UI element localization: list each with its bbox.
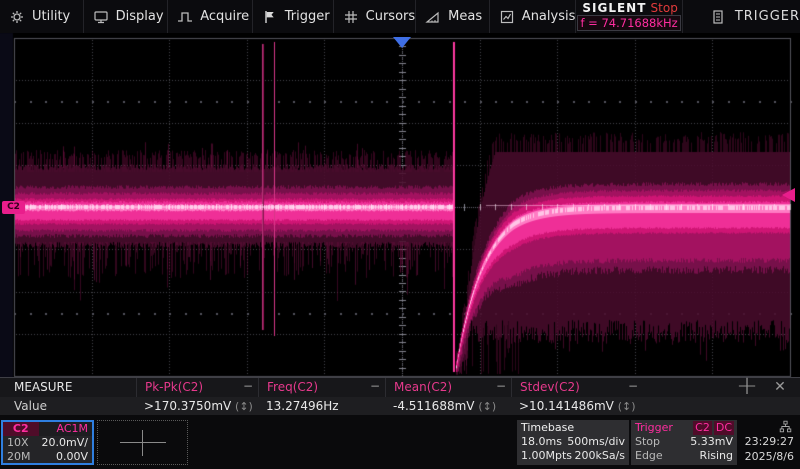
trigger-level-marker[interactable] <box>782 188 795 202</box>
timebase-points: 1.00Mpts <box>521 449 572 463</box>
menu-trigger-label: Trigger <box>285 9 330 24</box>
menu-analysis[interactable]: Analysis <box>490 0 577 33</box>
add-measure-button[interactable]: + <box>733 372 761 400</box>
trigger-slope: Rising <box>700 449 733 463</box>
menu-meas[interactable]: Meas <box>416 0 490 33</box>
trigger-type: Edge <box>635 449 663 463</box>
channel-name: C2 <box>3 422 39 436</box>
menu-trigger[interactable]: Trigger <box>253 0 334 33</box>
trigger-position-marker[interactable] <box>393 37 411 48</box>
timebase-delay: 18.0ms <box>521 435 562 449</box>
trigger-level: 5.33mV <box>690 435 733 449</box>
trigger-descriptor[interactable]: Trigger C2 DC Stop 5.33mV Edge Rising <box>631 420 737 465</box>
measure-value-row: Value >170.3750mV (↕) 13.27496Hz -4.5116… <box>0 397 800 416</box>
channel-probe: 10X <box>7 436 29 450</box>
active-panel-label: TRIGGER <box>735 9 800 24</box>
timebase-descriptor[interactable]: Timebase 18.0ms 500ms/div 1.00Mpts200kSa/… <box>517 420 629 465</box>
menu-acquire[interactable]: Acquire <box>168 0 253 33</box>
measure-name-mean: Mean(C2) <box>394 380 452 394</box>
channel-zero-marker[interactable]: C2 <box>2 201 25 214</box>
oscilloscope-screen: Utility Display Acquire Trigger Cursors … <box>0 0 800 469</box>
menu-meas-label: Meas <box>448 9 482 24</box>
measure-col-stdev: Stdev(C2) − <box>511 378 644 397</box>
siglent-logo: SIGLENT <box>582 1 646 15</box>
brand-status-block: SIGLENT Stop f = 74.71688kHz <box>576 0 682 33</box>
measure-col-freq: Freq(C2) − <box>258 378 386 397</box>
trigger-source-chip: C2 <box>693 421 712 435</box>
flag-icon <box>262 9 278 25</box>
measure-col-pkpk: Pk-Pk(C2) − <box>136 378 259 397</box>
measure-col-mean: Mean(C2) − <box>385 378 512 397</box>
channel-bandwidth: 20M <box>7 450 31 464</box>
measure-name-pkpk: Pk-Pk(C2) <box>145 380 203 394</box>
measure-name-freq: Freq(C2) <box>267 380 318 394</box>
measure-bar: MEASURE Pk-Pk(C2) − Freq(C2) − Mean(C2) … <box>0 377 800 416</box>
measure-value-freq: 13.27496Hz <box>266 399 339 413</box>
timebase-scale: 500ms/div <box>567 435 625 449</box>
channel-coupling: AC1M <box>39 422 92 436</box>
menu-cursors-label: Cursors <box>366 9 416 24</box>
timebase-title: Timebase <box>517 421 629 435</box>
acquire-icon <box>177 9 193 25</box>
remove-measure-freq-button[interactable]: − <box>370 379 380 393</box>
list-icon <box>711 9 725 25</box>
close-measure-button[interactable]: ✕ <box>769 379 791 395</box>
clock-date: 2025/8/6 <box>745 450 794 463</box>
trigger-coupling-chip: DC <box>714 421 734 435</box>
ruler-icon <box>425 9 441 25</box>
trigger-frequency-readout: f = 74.71688kHz <box>577 15 680 31</box>
range-indicator-icon: (↕) <box>618 400 636 413</box>
trigger-state: Stop <box>635 435 660 449</box>
menu-acquire-label: Acquire <box>200 9 249 24</box>
remove-measure-mean-button[interactable]: − <box>496 379 506 393</box>
gear-icon <box>9 9 25 25</box>
channel-offset: 0.00V <box>56 450 88 464</box>
measure-title: MEASURE <box>14 380 72 394</box>
channel2-descriptor[interactable]: C2 AC1M 10X 20.0mV/ 20M 0.00V <box>1 420 94 465</box>
menu-cursors[interactable]: Cursors <box>334 0 417 33</box>
analysis-icon <box>499 9 515 25</box>
clock-time: 23:29:27 <box>745 435 794 448</box>
channel-scale: 20.0mV/ <box>42 436 88 450</box>
lan-icon <box>779 420 792 433</box>
menu-display[interactable]: Display <box>84 0 169 33</box>
cursors-icon <box>343 9 359 25</box>
remove-measure-pkpk-button[interactable]: − <box>243 379 253 393</box>
menu-utility[interactable]: Utility <box>0 0 84 33</box>
range-indicator-icon: (↕) <box>478 400 496 413</box>
menu-bar: Utility Display Acquire Trigger Cursors … <box>0 0 800 33</box>
measure-value-pkpk: >170.3750mV (↕) <box>144 399 253 413</box>
acquisition-state[interactable]: Stop <box>651 1 678 15</box>
remove-measure-stdev-button[interactable]: − <box>628 379 638 393</box>
measure-value-stdev: >10.141486mV (↕) <box>519 399 636 413</box>
timebase-samplerate: 200kSa/s <box>574 449 625 463</box>
range-indicator-icon: (↕) <box>235 400 253 413</box>
plus-icon <box>120 442 166 443</box>
trigger-title: Trigger <box>635 421 691 435</box>
plus-icon <box>142 430 143 456</box>
clock-block: 23:29:27 2025/8/6 <box>736 420 794 465</box>
add-channel-slot[interactable] <box>97 420 188 465</box>
menu-display-label: Display <box>116 9 164 24</box>
measure-name-stdev: Stdev(C2) <box>520 380 580 394</box>
measure-header-row: MEASURE Pk-Pk(C2) − Freq(C2) − Mean(C2) … <box>0 378 800 397</box>
status-strip: C2 AC1M 10X 20.0mV/ 20M 0.00V Timebase 18.… <box>0 415 800 469</box>
measure-value-label: Value <box>14 399 47 413</box>
active-panel-header: TRIGGER <box>683 0 800 33</box>
display-icon <box>93 9 109 25</box>
menu-analysis-label: Analysis <box>522 9 576 24</box>
measure-value-mean: -4.511688mV (↕) <box>393 399 496 413</box>
menu-utility-label: Utility <box>32 9 70 24</box>
